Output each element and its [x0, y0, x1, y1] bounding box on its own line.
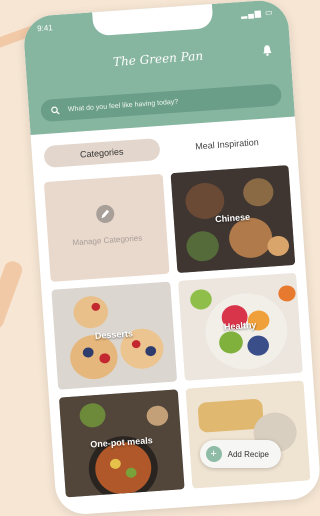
app-header: 9:41 ▂▄▆ ▭ The Green Pan What do you fee…	[22, 0, 295, 135]
tab-meal-inspiration[interactable]: Meal Inspiration	[169, 129, 286, 159]
tab-categories[interactable]: Categories	[43, 138, 161, 169]
notch	[91, 0, 214, 37]
food-image	[185, 380, 311, 489]
status-time: 9:41	[36, 23, 54, 34]
category-tile-6[interactable]	[185, 380, 311, 489]
bell-icon[interactable]	[262, 44, 273, 57]
category-tile-chinese[interactable]: Chinese	[170, 165, 296, 274]
manage-categories-tile[interactable]: Manage Categories	[43, 173, 170, 282]
app-title: The Green Pan	[112, 48, 204, 70]
add-recipe-label: Add Recipe	[227, 449, 269, 459]
category-label: Manage Categories	[72, 233, 143, 248]
search-icon	[51, 106, 60, 114]
tab-bar: Categories Meal Inspiration	[43, 129, 286, 169]
add-recipe-button[interactable]: + Add Recipe	[199, 440, 281, 468]
background-stroke	[0, 259, 25, 331]
category-tile-desserts[interactable]: Desserts	[51, 281, 177, 390]
plus-icon: +	[205, 446, 222, 462]
category-tile-healthy[interactable]: Healthy	[177, 272, 303, 381]
phone-frame: 9:41 ▂▄▆ ▭ The Green Pan What do you fee…	[22, 0, 320, 516]
search-bar[interactable]: What do you feel like having today?	[40, 83, 283, 123]
category-tile-one-pot-meals[interactable]: One-pot meals	[58, 389, 185, 498]
search-input[interactable]: What do you feel like having today?	[68, 98, 179, 113]
edit-icon	[96, 204, 115, 223]
status-icons: ▂▄▆ ▭	[240, 7, 274, 19]
